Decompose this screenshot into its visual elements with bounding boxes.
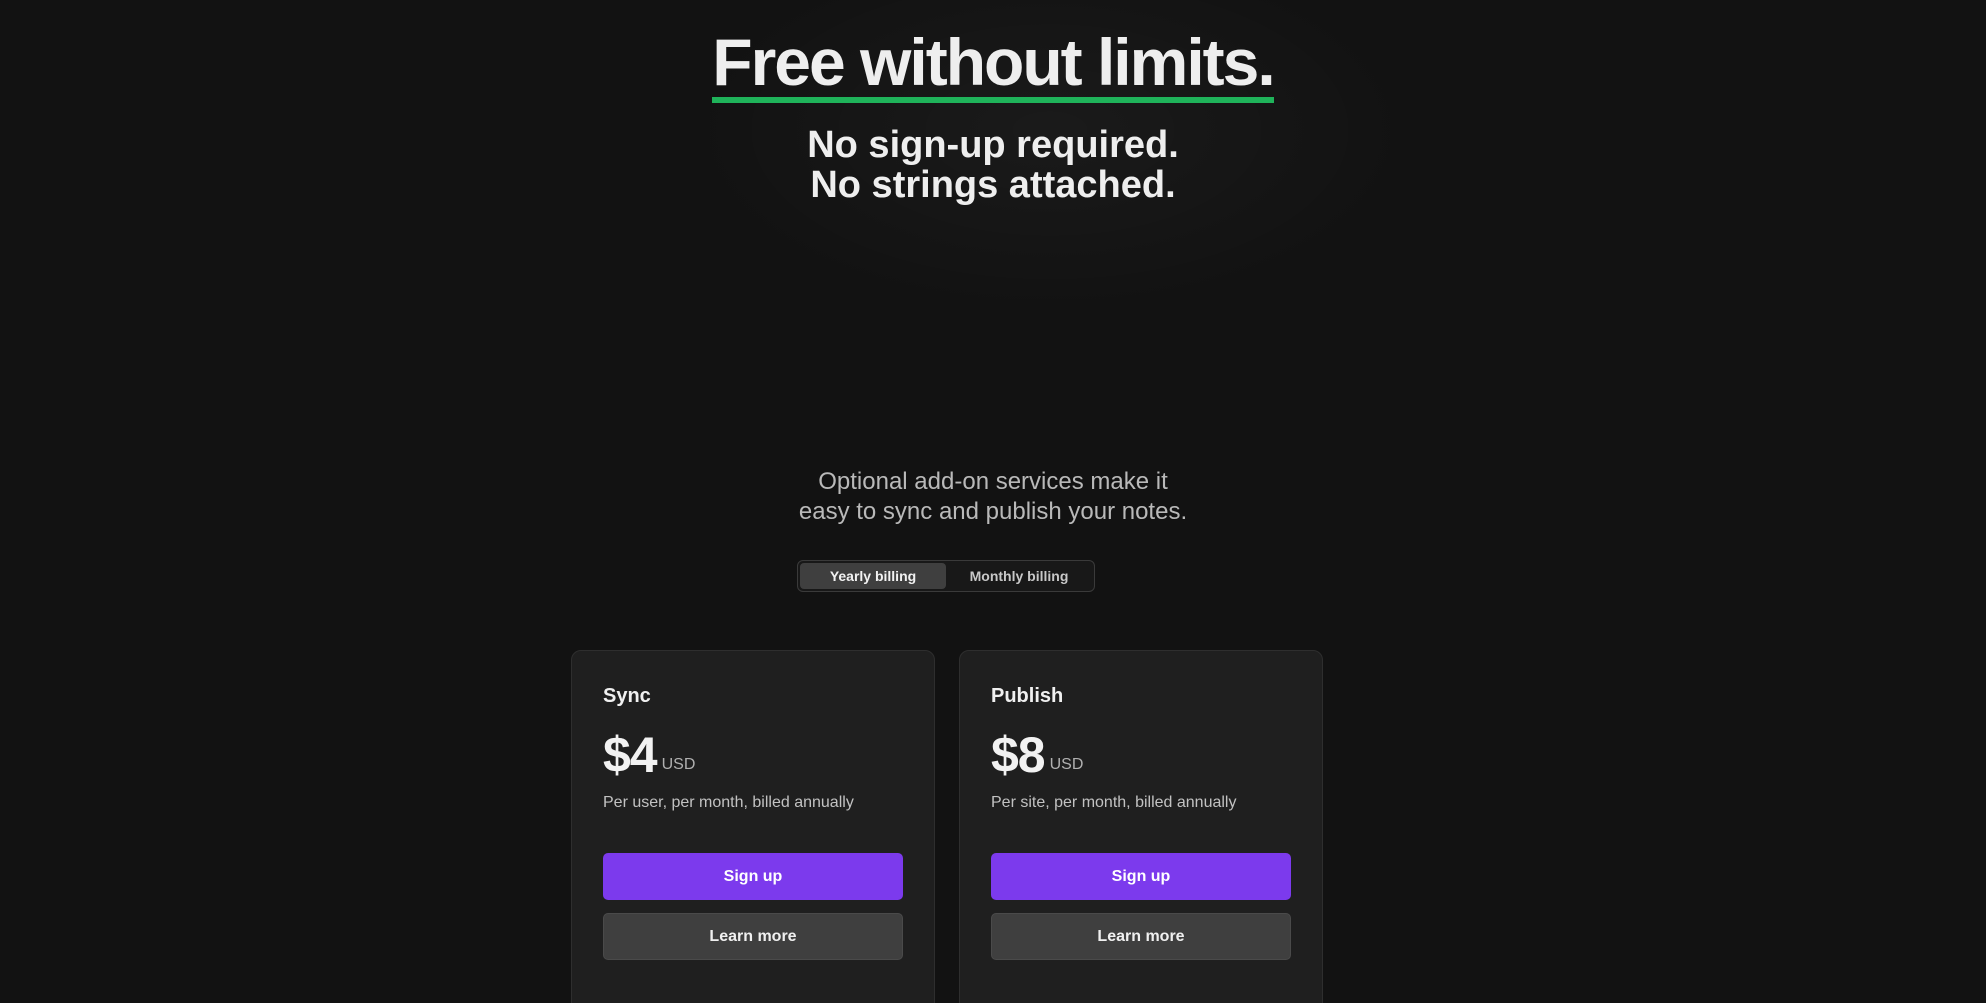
sync-learn-more-button[interactable]: Learn more <box>603 913 903 960</box>
plan-price: $8 <box>991 727 1046 783</box>
addons-intro: Optional add-on services make it easy to… <box>0 467 1986 527</box>
plan-name: Publish <box>991 685 1064 707</box>
plan-price-note: Per user, per month, billed annually <box>603 794 854 811</box>
hero-title: Free without limits. <box>712 0 1276 104</box>
publish-sign-up-button[interactable]: Sign up <box>991 853 1291 900</box>
plan-card-sync: Sync $4 USD Per user, per month, billed … <box>571 650 935 1003</box>
hero-section: Free without limits. No sign-up required… <box>0 0 1986 205</box>
hero-subtitle-line-1: No sign-up required. <box>807 124 1179 167</box>
price-row: $8 USD <box>991 730 1291 780</box>
pricing-page: Free without limits. No sign-up required… <box>0 0 1986 1003</box>
monthly-billing-button[interactable]: Monthly billing <box>946 563 1092 589</box>
yearly-billing-button[interactable]: Yearly billing <box>800 563 946 589</box>
hero-subtitle: No sign-up required. No strings attached… <box>0 125 1986 205</box>
billing-toggle: Yearly billing Monthly billing <box>797 560 1095 592</box>
plan-card-publish: Publish $8 USD Per site, per month, bill… <box>959 650 1323 1003</box>
plan-currency: USD <box>1049 756 1084 773</box>
price-row: $4 USD <box>603 730 903 780</box>
plan-price-note: Per site, per month, billed annually <box>991 794 1237 811</box>
addons-intro-line-2: easy to sync and publish your notes. <box>798 498 1188 525</box>
plan-currency: USD <box>661 756 696 773</box>
addons-intro-line-1: Optional add-on services make it <box>818 468 1168 495</box>
hero-subtitle-line-2: No strings attached. <box>810 164 1176 207</box>
sync-sign-up-button[interactable]: Sign up <box>603 853 903 900</box>
publish-learn-more-button[interactable]: Learn more <box>991 913 1291 960</box>
plan-name: Sync <box>603 685 651 707</box>
plan-price: $4 <box>603 727 658 783</box>
